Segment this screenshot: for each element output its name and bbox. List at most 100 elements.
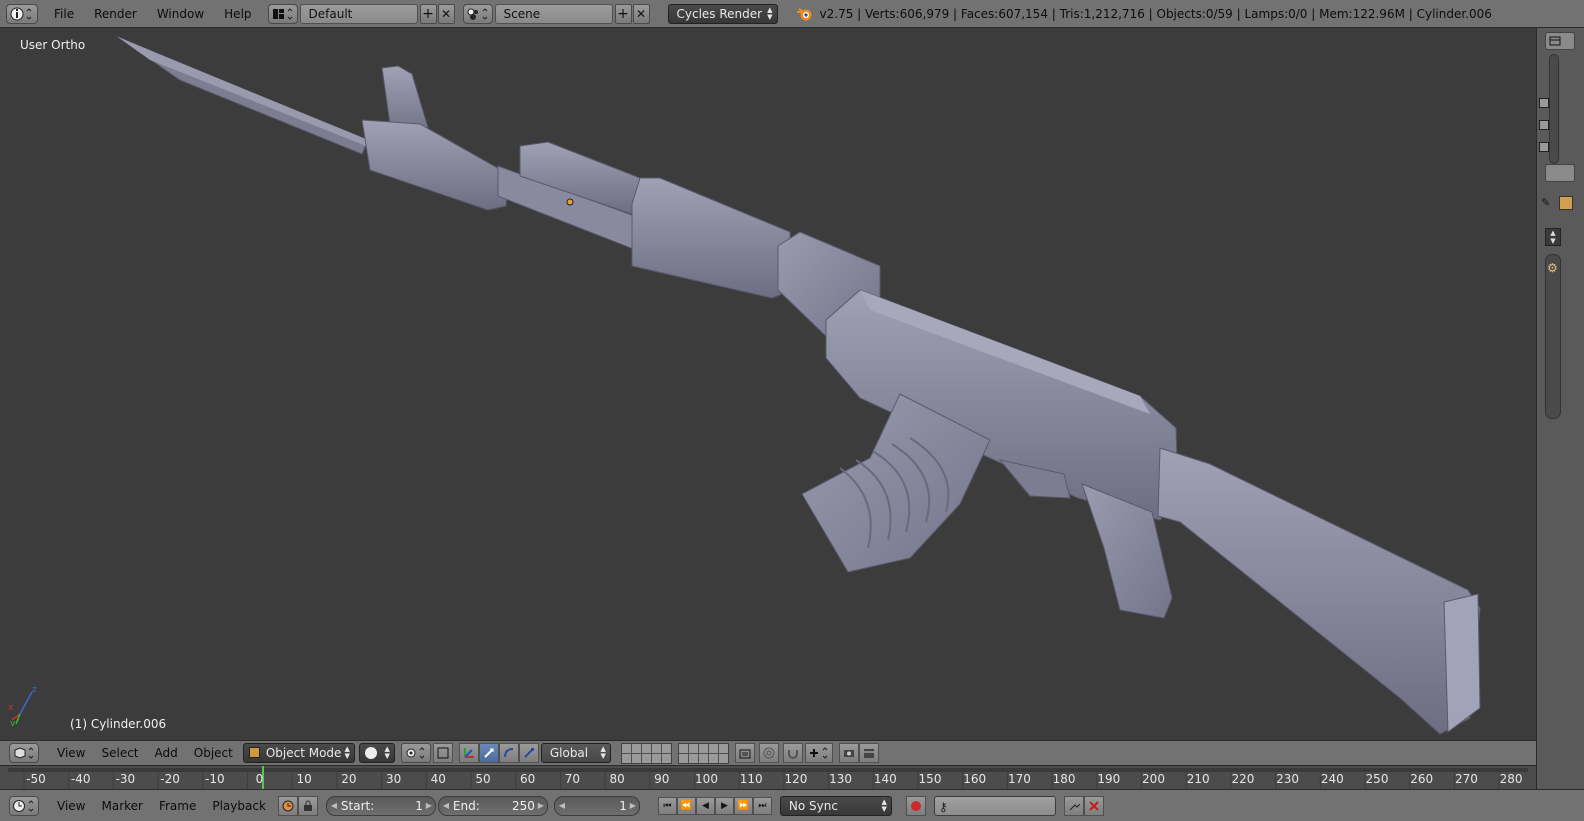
scene-field[interactable]: Scene <box>494 3 613 24</box>
cube-icon <box>248 747 260 758</box>
properties-sidebar: ✎ ▲ ▼ ⚙ <box>1536 28 1584 792</box>
sync-mode-dropdown[interactable]: No Sync ▲ ▼ <box>779 795 892 816</box>
current-frame-field[interactable]: ◀ 1 ▶ <box>553 795 640 816</box>
sync-mode-label: No Sync <box>788 798 838 813</box>
timeline-menu-playback[interactable]: Playback <box>204 799 274 813</box>
pivot-point-icon[interactable] <box>400 743 431 763</box>
render-engine-dropdown[interactable]: Cycles Render ▲ ▼ <box>667 3 778 24</box>
snap-toggle-icon[interactable] <box>782 743 803 763</box>
3d-viewport[interactable]: User Ortho x z y (1) Cylinder.006 <box>0 28 1536 740</box>
timeline-menu-marker[interactable]: Marker <box>93 799 150 813</box>
timeline-menu-frame[interactable]: Frame <box>151 799 204 813</box>
menu-object[interactable]: Object <box>186 746 241 760</box>
chevron-updown-icon: ▲ ▼ <box>384 745 390 760</box>
current-frame-value: 1 <box>619 798 627 813</box>
transform-orientation-dropdown[interactable]: Global ▲ ▼ <box>540 743 611 763</box>
viewport-shading-dropdown[interactable]: ▲ ▼ <box>358 743 395 763</box>
jump-to-end-icon[interactable]: ⏭ <box>752 796 772 815</box>
ruler-tick-label: 60 <box>520 772 535 786</box>
menu-select[interactable]: Select <box>93 746 146 760</box>
add-screen-icon[interactable]: + <box>419 3 437 24</box>
pin-icon[interactable]: ✎ <box>1541 196 1555 210</box>
scene-tab-icon[interactable] <box>1539 120 1549 130</box>
scene-layers-b[interactable] <box>677 742 729 764</box>
render-engine-label: Cycles Render <box>676 6 763 21</box>
transform-manipulator-icon[interactable] <box>458 743 479 763</box>
scene-layers-a[interactable] <box>620 742 672 764</box>
editor-type-properties-icon[interactable] <box>1545 32 1575 50</box>
preview-range-clock-icon[interactable] <box>277 795 298 816</box>
gear-icon[interactable]: ⚙ <box>1547 262 1559 274</box>
timeline-menu-view[interactable]: View <box>49 799 93 813</box>
menu-render[interactable]: Render <box>84 0 147 28</box>
menu-file[interactable]: File <box>44 0 84 28</box>
menu-window[interactable]: Window <box>147 0 214 28</box>
chevron-updown-icon: ▲ ▼ <box>600 745 606 760</box>
rotate-manipulator-icon[interactable] <box>498 743 519 763</box>
sidebar-scrollbar[interactable] <box>1549 54 1559 164</box>
ruler-tick-label: 160 <box>963 772 986 786</box>
ruler-tick-label: 80 <box>609 772 624 786</box>
menu-add[interactable]: Add <box>147 746 186 760</box>
snap-element-icon[interactable] <box>804 743 833 763</box>
lock-layers-icon[interactable] <box>734 743 755 763</box>
ruler-tick-label: 140 <box>874 772 897 786</box>
record-icon[interactable] <box>905 795 926 816</box>
start-frame-value: 1 <box>415 798 423 813</box>
delete-scene-icon[interactable]: ✕ <box>632 3 650 24</box>
add-scene-icon[interactable]: + <box>614 3 632 24</box>
properties-scrollbar[interactable] <box>1545 254 1561 419</box>
manipulator-toggle-icon[interactable] <box>432 743 453 763</box>
mode-label: Object Mode <box>265 746 342 760</box>
insert-keyframe-icon[interactable] <box>1063 795 1084 816</box>
properties-header-icon[interactable] <box>1545 164 1575 182</box>
muzzle-block <box>361 119 509 211</box>
keying-set-field[interactable]: ⚷ <box>933 795 1056 816</box>
jump-to-keyframe-back-icon[interactable]: ⏪ <box>676 796 696 815</box>
render-still-icon[interactable] <box>838 743 859 763</box>
ruler-tick-label: 110 <box>740 772 763 786</box>
editor-type-timeline-icon[interactable] <box>9 795 39 816</box>
scale-manipulator-icon[interactable] <box>518 743 539 763</box>
end-frame-field[interactable]: ◀ End: 250 ▶ <box>437 795 548 816</box>
timeline-ruler[interactable]: -50 -40 -30 -20 -10 0 10 20 30 40 50 60 70 80 90 100 110… <box>0 765 1536 790</box>
end-frame-label: End: <box>452 798 480 813</box>
proportional-edit-icon[interactable] <box>758 743 779 763</box>
object-data-icon[interactable] <box>1559 196 1573 210</box>
start-frame-field[interactable]: ◀ Start: 1 ▶ <box>325 795 436 816</box>
render-animation-icon[interactable] <box>858 743 879 763</box>
jump-to-keyframe-forward-icon[interactable]: ⏩ <box>733 796 753 815</box>
world-tab-icon[interactable] <box>1539 142 1549 152</box>
scene-icon[interactable] <box>462 3 493 24</box>
ruler-tick-label: 130 <box>829 772 852 786</box>
ruler-tick-label: 50 <box>475 772 490 786</box>
ruler-tick-label: 170 <box>1008 772 1031 786</box>
editor-type-info-icon[interactable] <box>6 3 38 24</box>
rifle-model[interactable] <box>0 28 1536 740</box>
ruler-tick-label: -50 <box>26 772 46 786</box>
editor-type-3dview-icon[interactable] <box>9 743 39 763</box>
play-reverse-icon[interactable]: ◀ <box>695 796 715 815</box>
timeline-header: View Marker Frame Playback ◀ Start: 1 ▶ … <box>0 789 1584 821</box>
chevron-updown-icon: ▲ ▼ <box>767 5 773 21</box>
lock-range-icon[interactable] <box>297 795 318 816</box>
menu-help[interactable]: Help <box>214 0 261 28</box>
ruler-tick-label: 270 <box>1455 772 1478 786</box>
chevron-updown-icon[interactable]: ▲ ▼ <box>1545 228 1561 246</box>
stock <box>1157 447 1481 735</box>
delete-keyframe-icon[interactable] <box>1083 795 1104 816</box>
screen-layout-icon[interactable] <box>267 3 298 24</box>
screen-layout-field[interactable]: Default <box>299 3 418 24</box>
svg-text:y: y <box>10 719 16 726</box>
menu-view[interactable]: View <box>49 746 93 760</box>
info-header: File Render Window Help Default + ✕ Scen… <box>0 0 1584 28</box>
ruler-tick-label: -20 <box>160 772 180 786</box>
delete-screen-icon[interactable]: ✕ <box>437 3 455 24</box>
ruler-tick-label: 240 <box>1321 772 1344 786</box>
interaction-mode-dropdown[interactable]: Object Mode ▲ ▼ <box>242 743 355 763</box>
ruler-tick-label: 220 <box>1231 772 1254 786</box>
render-tab-icon[interactable] <box>1539 98 1549 108</box>
play-icon[interactable]: ▶ <box>714 796 734 815</box>
translate-manipulator-icon[interactable] <box>478 743 499 763</box>
jump-to-start-icon[interactable]: ⏮ <box>657 796 677 815</box>
